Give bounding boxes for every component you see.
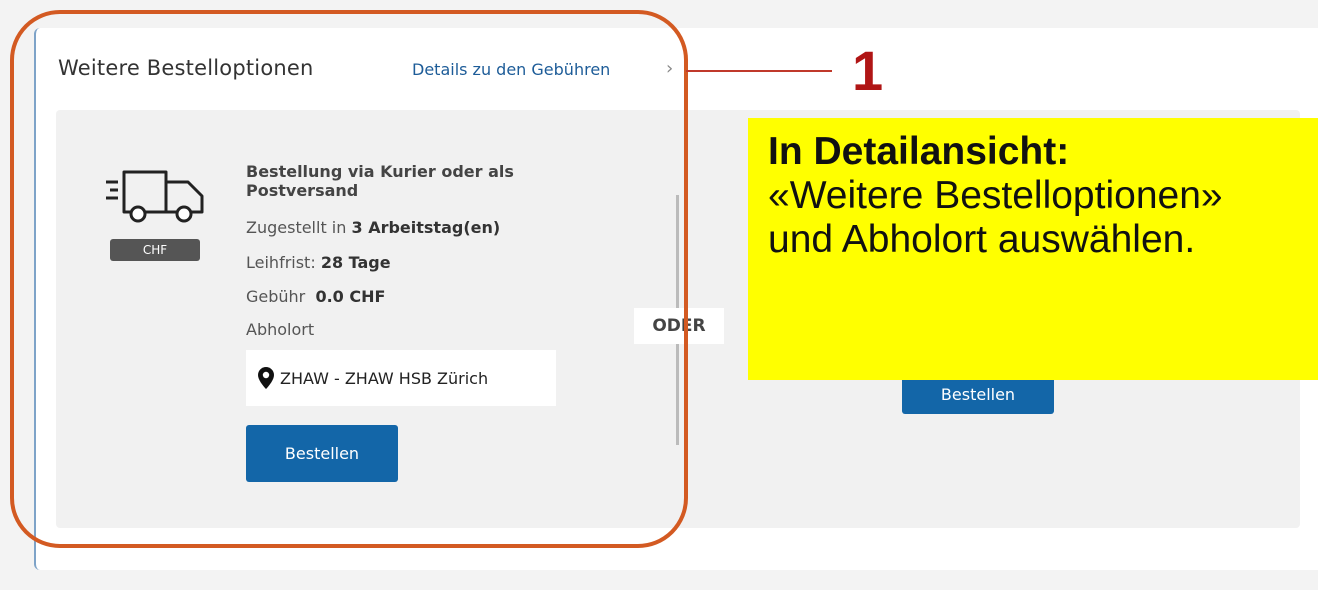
highlight-ring: [10, 10, 688, 548]
callout-number: 1: [852, 39, 884, 102]
callout-line: [686, 70, 832, 72]
instruction-note: In Detailansicht: «Weitere Bestelloption…: [748, 118, 1318, 380]
note-heading: In Detailansicht:: [768, 130, 1070, 173]
note-body: «Weitere Bestelloptionen» und Abholort a…: [768, 174, 1223, 261]
